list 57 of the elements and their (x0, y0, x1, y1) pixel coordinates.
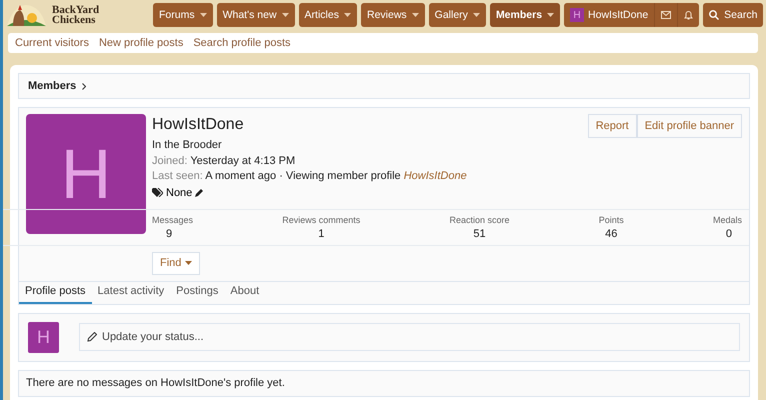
profile-tab[interactable]: Latest activity (92, 282, 170, 304)
action-button[interactable]: Report (588, 114, 637, 138)
stat-value: 51 (473, 228, 486, 240)
field-label: Joined: (152, 154, 188, 166)
sub-nav-link[interactable]: Current visitors (15, 37, 89, 49)
avatar-icon: H (570, 8, 584, 22)
stat-value: 9 (165, 228, 172, 240)
stat-label: Points (598, 214, 624, 224)
caret-icon (412, 13, 419, 17)
nav-tab[interactable]: Forums (153, 3, 213, 27)
pencil-icon[interactable] (195, 188, 204, 197)
stat-label: Messages (152, 214, 194, 224)
profile-tab[interactable]: About (224, 282, 266, 304)
caret-icon (200, 13, 207, 17)
avatar: H (28, 322, 59, 352)
stat-label: Reaction score (450, 214, 510, 224)
status-field[interactable]: Update your status... (79, 323, 740, 351)
tag-icon (152, 188, 163, 197)
field-value: A moment ago · Viewing member profile HowIsItDone (205, 170, 467, 182)
tags-value: None (166, 186, 192, 200)
field-label: Last seen: (152, 170, 203, 182)
profile-tab[interactable]: Profile posts (19, 282, 92, 304)
sub-nav-link[interactable]: New profile posts (98, 37, 184, 49)
profile-tab[interactable]: Postings (170, 282, 224, 304)
sub-nav-link[interactable]: Search profile posts (193, 37, 291, 49)
search-button[interactable]: Search (703, 3, 764, 27)
caret-icon (547, 13, 554, 17)
action-button[interactable]: Edit profile banner (636, 114, 742, 138)
empty-message: There are no messages on HowIsItDone's profile yet. (18, 370, 750, 396)
find-button[interactable]: Find (152, 252, 200, 274)
caret-icon (472, 13, 480, 17)
bell-icon (684, 10, 694, 20)
pencil-icon (87, 332, 97, 342)
nav-tab[interactable]: Articles (298, 3, 357, 27)
username: HowIsItDone (152, 116, 244, 134)
profile-link[interactable]: HowIsItDone (404, 170, 467, 182)
breadcrumb-link[interactable]: Members (28, 80, 76, 92)
avatar: H (26, 114, 146, 234)
stat-value: 0 (726, 228, 733, 240)
envelope-icon (661, 11, 672, 19)
caret-icon (344, 13, 351, 17)
logo-text: Chickens (52, 15, 96, 25)
nav-tab[interactable]: Reviews (360, 3, 425, 27)
caret-icon (282, 13, 289, 17)
stat-label: Medals (712, 214, 742, 224)
field-value: Yesterday at 4:13 PM (190, 154, 296, 166)
caret-icon (185, 261, 192, 265)
nav-tab[interactable]: What's new (216, 3, 295, 27)
nav-tab[interactable]: Members (490, 3, 560, 27)
stat-value: 1 (318, 228, 324, 240)
user-title: In the Brooder (152, 138, 223, 153)
chevron-icon (82, 82, 86, 90)
stat-label: Reviews comments (282, 214, 360, 224)
logo-text: BackYard (52, 5, 100, 15)
stat-value: 46 (605, 228, 618, 240)
nav-tab[interactable]: Gallery (428, 3, 486, 27)
search-icon (709, 10, 720, 20)
